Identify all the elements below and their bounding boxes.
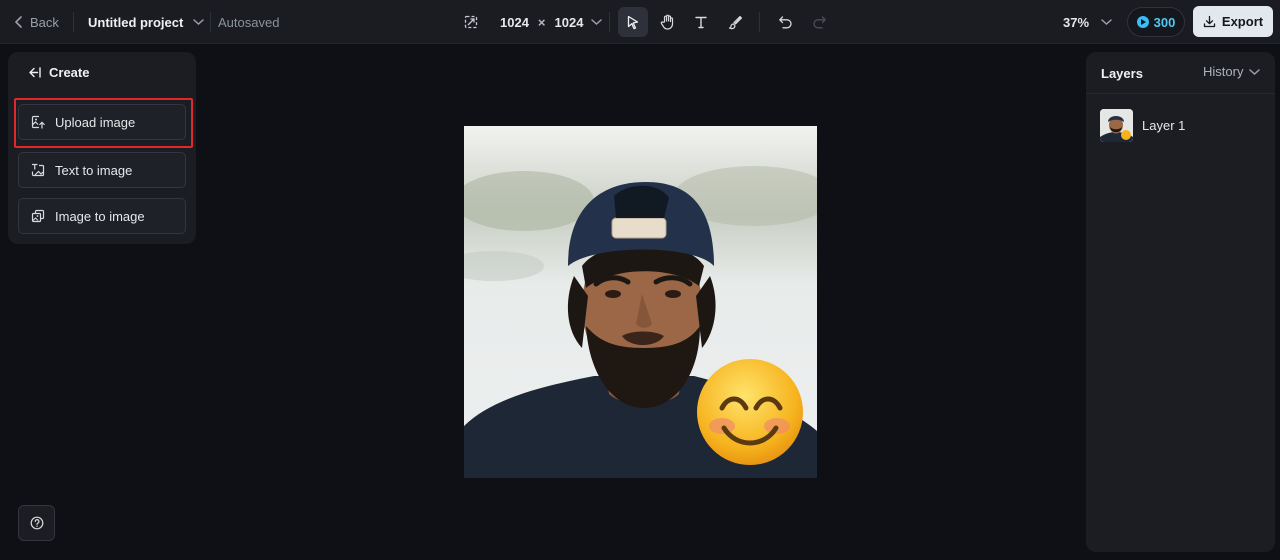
chevron-left-icon [15,16,22,28]
history-controls [770,7,834,37]
zoom-dropdown[interactable]: 37% [1063,12,1112,32]
divider [609,12,610,32]
canvas-size-dropdown[interactable]: 1024 × 1024 [464,11,603,33]
upload-image-button[interactable]: Upload image [18,104,186,140]
project-name-dropdown[interactable]: Untitled project [88,12,205,32]
canvas-height: 1024 [554,14,584,30]
canvas-times: × [537,14,546,30]
upload-image-icon [31,115,45,129]
zoom-level: 37% [1063,14,1090,30]
layer-thumbnail [1100,108,1133,142]
help-icon [30,516,43,530]
brush-icon [728,15,742,29]
layer-item[interactable]: Layer 1 [1100,108,1265,142]
export-button[interactable]: Export [1193,6,1273,37]
redo-icon [812,16,826,29]
create-panel: Create Upload image Text to image Image … [8,52,196,244]
help-button[interactable] [18,505,55,541]
export-label: Export [1221,14,1264,29]
portrait-photo [464,126,817,478]
text-to-image-icon [31,163,45,177]
divider [210,12,211,32]
chevron-down-icon [193,19,205,26]
undo-icon [778,16,792,29]
tool-group [618,7,750,37]
text-to-image-button[interactable]: Text to image [18,152,186,188]
upload-image-label: Upload image [55,114,136,130]
text-to-image-label: Text to image [55,162,133,178]
back-button[interactable]: Back [14,12,59,32]
panel-tabs: Layers History [1086,52,1275,94]
project-name: Untitled project [88,14,184,30]
smiling-emoji-sticker [697,359,803,465]
text-icon [695,16,707,29]
image-to-image-icon [31,209,45,223]
layer-thumbnail-image [1100,108,1133,142]
select-tool-button[interactable] [618,7,648,37]
chevron-down-icon [1249,68,1261,75]
download-icon [1203,15,1216,28]
undo-button[interactable] [770,7,800,37]
image-to-image-button[interactable]: Image to image [18,198,186,234]
arrow-left-bar-icon [29,66,41,78]
canvas-width: 1024 [500,14,529,30]
layer-name: Layer 1 [1142,117,1186,133]
layers-panel: Layers History Layer 1 [1086,52,1275,552]
credits-count: 300 [1153,14,1176,30]
create-back-button[interactable]: Create [28,64,89,80]
text-tool-button[interactable] [686,7,716,37]
hand-icon [660,14,673,30]
divider [759,12,760,32]
brush-tool-button[interactable] [720,7,750,37]
chevron-down-icon [1101,19,1112,26]
redo-button[interactable] [804,7,834,37]
create-title: Create [49,64,90,80]
chevron-down-icon [591,19,603,26]
credits-badge[interactable]: 300 [1127,7,1185,37]
top-bar: Back Untitled project Autosaved 1024 × 1… [0,0,1280,44]
image-to-image-label: Image to image [55,208,145,224]
hand-tool-button[interactable] [652,7,682,37]
divider [73,12,74,32]
editor-app: Back Untitled project Autosaved 1024 × 1… [0,0,1280,560]
credits-icon [1136,16,1149,28]
canvas-image[interactable] [464,126,817,478]
back-label: Back [30,14,59,30]
autosave-status: Autosaved [218,14,280,30]
history-label: History [1203,64,1244,79]
resize-icon [464,15,478,29]
tab-history[interactable]: History [1203,64,1261,79]
pointer-icon [627,15,639,29]
tab-layers[interactable]: Layers [1101,66,1143,81]
